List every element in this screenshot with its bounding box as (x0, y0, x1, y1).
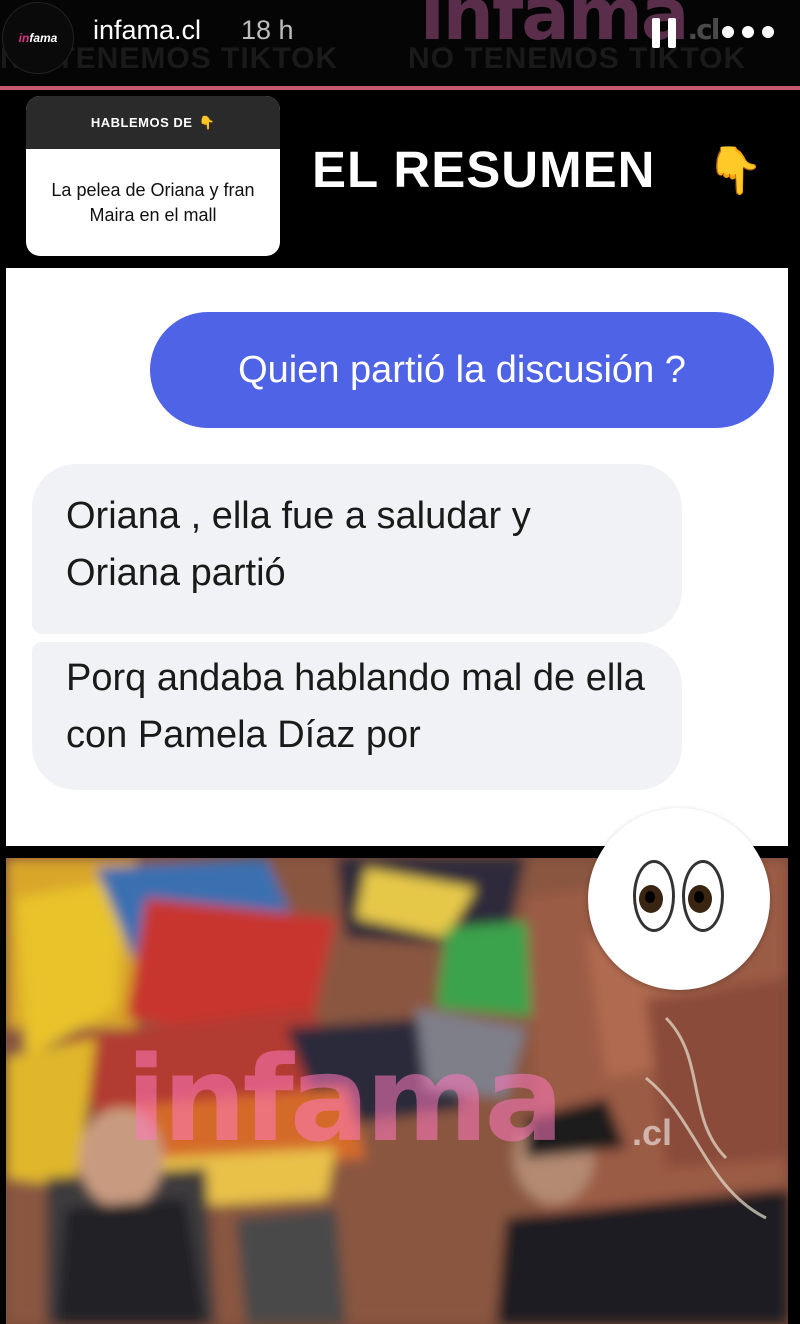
brand-watermark-domain: .cl (632, 1112, 673, 1153)
tiktok-notice-watermark: NO TENEMOS TIKTOK (408, 42, 747, 75)
left-eye-icon (633, 860, 675, 932)
eyes-emoji-icon (588, 808, 770, 990)
question-sticker-label: HABLEMOS DE (90, 115, 193, 130)
incoming-message-bubble: Porq andaba hablando mal de ella con Pam… (32, 642, 682, 790)
question-sticker[interactable]: HABLEMOS DE 👇 La pelea de Oriana y fran … (26, 96, 280, 256)
outgoing-message-bubble: Quien partió la discusión ? (150, 312, 774, 428)
pointing-down-icon: 👇 (706, 144, 764, 196)
story-top-bar: infama.cl NO TENEMOS TIKTOK NO TENEMOS T… (0, 0, 800, 86)
account-avatar[interactable]: infama (2, 2, 74, 74)
question-sticker-header: HABLEMOS DE 👇 (26, 96, 280, 149)
chat-screenshot: Quien partió la discusión ? Oriana , ell… (6, 268, 788, 846)
post-timestamp: 18 h (241, 15, 294, 45)
headline-text: EL RESUMEN (312, 141, 656, 198)
progress-bar (0, 86, 800, 90)
more-options-icon[interactable] (722, 22, 774, 42)
incoming-message-bubble: Oriana , ella fue a saludar y Oriana par… (32, 464, 682, 634)
brand-watermark-photo: infama (126, 1030, 564, 1168)
question-sticker-text: La pelea de Oriana y fran Maira en el ma… (51, 179, 255, 225)
right-eye-icon (682, 860, 724, 932)
pause-icon[interactable] (652, 18, 676, 48)
account-name[interactable]: infama.cl (93, 15, 201, 46)
pointing-down-icon: 👇 (198, 114, 216, 130)
